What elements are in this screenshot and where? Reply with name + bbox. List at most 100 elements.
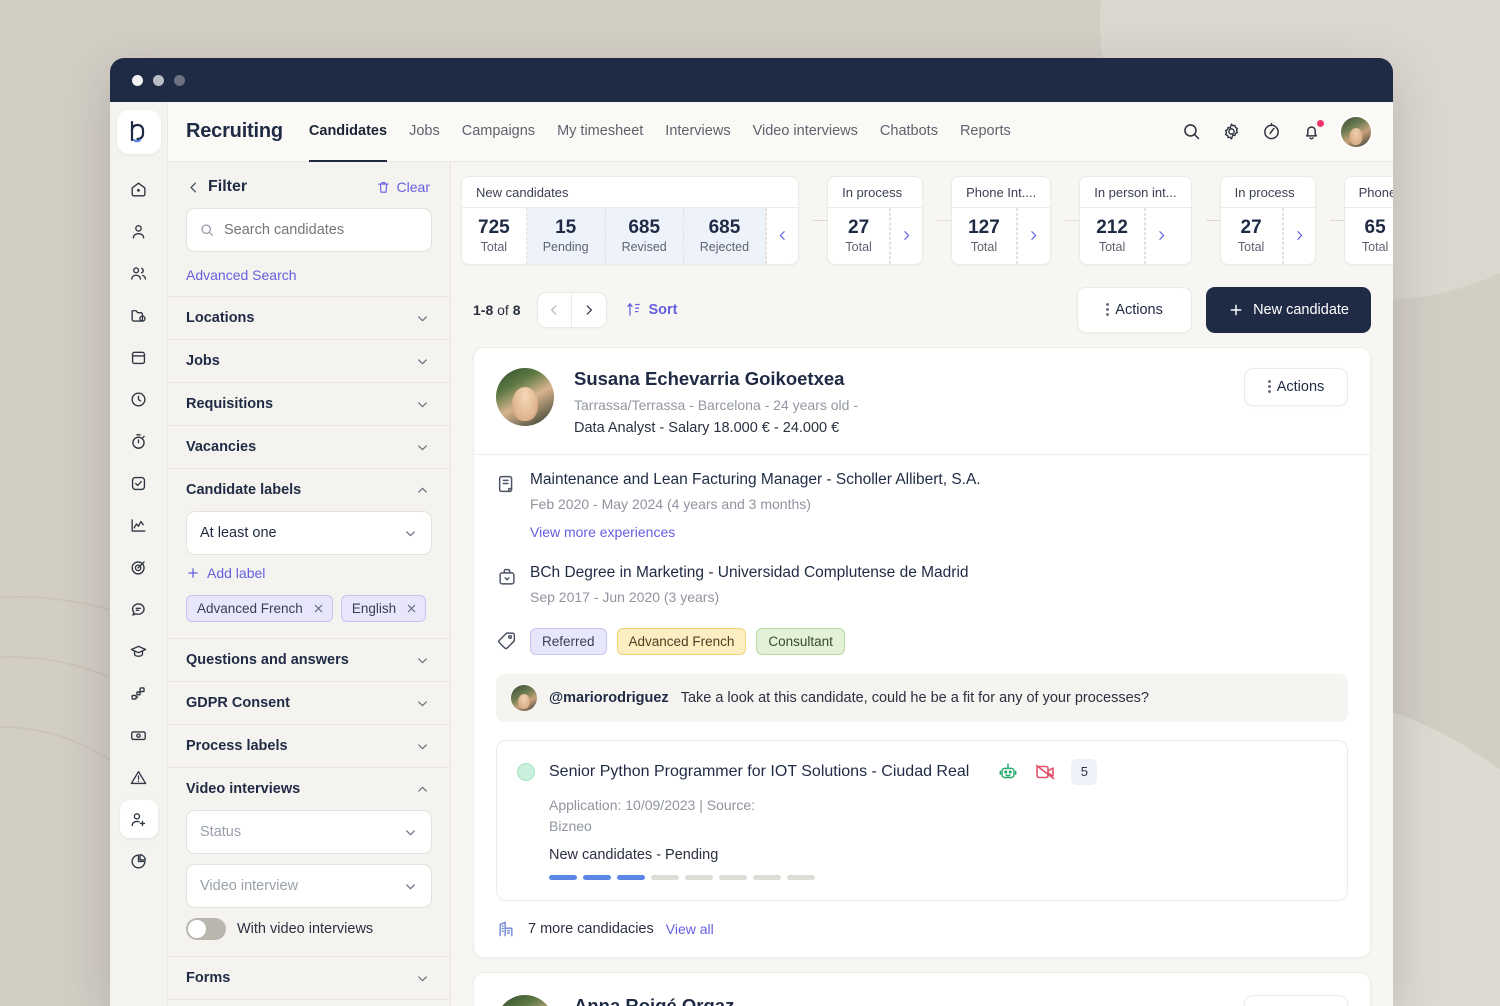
kpi-value: 212 — [1096, 216, 1128, 240]
mention-username[interactable]: @mariorodriguez — [549, 690, 669, 706]
kpi-card-in-process-2[interactable]: In process 27 Total — [1220, 176, 1316, 265]
clear-filters-button[interactable]: Clear — [376, 179, 430, 195]
filter-section-gdpr-header[interactable]: GDPR Consent — [168, 682, 450, 724]
nav-tab-my-timesheet[interactable]: My timesheet — [557, 102, 643, 162]
rail-item-checkbox-icon[interactable] — [120, 464, 158, 502]
filter-section-process-labels-header[interactable]: Process labels — [168, 725, 450, 767]
filter-section-forms-header[interactable]: Forms — [168, 957, 450, 999]
rail-item-home-icon[interactable] — [120, 170, 158, 208]
filter-section-chatbot-header[interactable]: Chatbot — [168, 1000, 450, 1006]
close-icon[interactable] — [313, 603, 324, 614]
process-title[interactable]: Senior Python Programmer for IOT Solutio… — [549, 763, 969, 781]
window-close-button[interactable] — [132, 75, 143, 86]
tag-consultant[interactable]: Consultant — [756, 628, 845, 655]
window-minimize-button[interactable] — [153, 75, 164, 86]
speedometer-icon[interactable] — [1261, 121, 1283, 143]
with-video-interviews-toggle[interactable] — [186, 918, 226, 940]
nav-tab-video-interviews[interactable]: Video interviews — [753, 102, 858, 162]
kpi-strip: New candidates 725 Total 15 Pending — [451, 162, 1393, 279]
window-maximize-button[interactable] — [174, 75, 185, 86]
filter-section-vacancies-header[interactable]: Vacancies — [168, 426, 450, 468]
pagination-summary: 1-8 of 8 — [473, 302, 521, 318]
kpi-prev-arrow-icon[interactable] — [766, 208, 798, 264]
filter-section-candidate-labels-header[interactable]: Candidate labels — [168, 469, 450, 511]
kpi-card-new-candidates[interactable]: New candidates 725 Total 15 Pending — [461, 176, 799, 265]
kpi-next-arrow-icon[interactable] — [890, 208, 922, 264]
kpi-card-in-person-interview-1[interactable]: In person int... 212 Total — [1079, 176, 1191, 265]
pagination-buttons — [537, 292, 607, 328]
filter-section-locations-header[interactable]: Locations — [168, 297, 450, 339]
filter-section-jobs-header[interactable]: Jobs — [168, 340, 450, 382]
view-more-experiences-link[interactable]: View more experiences — [530, 524, 675, 540]
nav-tab-jobs[interactable]: Jobs — [409, 102, 440, 162]
process-header: Senior Python Programmer for IOT Solutio… — [517, 759, 1327, 785]
video-interview-select[interactable]: Video interview — [186, 864, 432, 908]
user-avatar[interactable] — [1341, 117, 1371, 147]
back-chevron-icon[interactable] — [186, 180, 201, 195]
view-all-link[interactable]: View all — [666, 921, 714, 937]
advanced-search-link[interactable]: Advanced Search — [168, 252, 450, 296]
kpi-next-arrow-icon[interactable] — [1145, 208, 1177, 264]
candidate-actions-button[interactable]: Actions — [1244, 368, 1348, 406]
label-chip-english[interactable]: English — [341, 595, 426, 622]
video-interviews-body: Status Video interview With video interv… — [168, 810, 450, 956]
robot-icon[interactable] — [997, 761, 1019, 783]
rail-item-user-add-icon[interactable] — [120, 800, 158, 838]
candidacy-process-card[interactable]: Senior Python Programmer for IOT Solutio… — [496, 740, 1348, 901]
candidate-name[interactable]: Anna Roigé Orgaz — [574, 995, 734, 1006]
rail-item-clock-icon[interactable] — [120, 380, 158, 418]
rail-item-chart-line-icon[interactable] — [120, 506, 158, 544]
kpi-card-phone-interview-1[interactable]: Phone Int.... 127 Total — [951, 176, 1051, 265]
actions-button[interactable]: Actions — [1077, 287, 1192, 333]
label-chip-advanced-french[interactable]: Advanced French — [186, 595, 333, 622]
rail-item-alert-icon[interactable] — [120, 758, 158, 796]
new-candidate-button[interactable]: New candidate — [1206, 287, 1371, 333]
candidate-actions-button[interactable]: Actions — [1244, 995, 1348, 1006]
rail-item-target-icon[interactable] — [120, 548, 158, 586]
add-label-button[interactable]: Add label — [186, 565, 432, 581]
pagination-prev-button[interactable] — [538, 293, 572, 327]
kpi-card-in-process-1[interactable]: In process 27 Total — [827, 176, 923, 265]
rail-item-people-icon[interactable] — [120, 254, 158, 292]
tag-advanced-french[interactable]: Advanced French — [617, 628, 747, 655]
search-candidates-field[interactable] — [186, 208, 432, 252]
filter-section-video-interviews-header[interactable]: Video interviews — [168, 768, 450, 810]
nav-tab-interviews[interactable]: Interviews — [665, 102, 730, 162]
search-input[interactable] — [224, 222, 419, 238]
gear-icon[interactable] — [1221, 121, 1243, 143]
video-status-select[interactable]: Status — [186, 810, 432, 854]
filter-sidebar: Filter Clear Advanced Search — [168, 162, 451, 1006]
close-icon[interactable] — [406, 603, 417, 614]
rail-item-calendar-icon[interactable] — [120, 338, 158, 376]
kpi-next-arrow-icon[interactable] — [1017, 208, 1049, 264]
rail-item-chat-icon[interactable] — [120, 590, 158, 628]
bizneo-logo[interactable] — [117, 110, 161, 154]
nav-tab-reports[interactable]: Reports — [960, 102, 1011, 162]
filter-section-requisitions-header[interactable]: Requisitions — [168, 383, 450, 425]
sort-button[interactable]: Sort — [625, 301, 678, 318]
kpi-value: 27 — [844, 216, 873, 240]
filter-section-questions-header[interactable]: Questions and answers — [168, 639, 450, 681]
rail-item-folder-icon[interactable] — [120, 296, 158, 334]
rail-item-stopwatch-icon[interactable] — [120, 422, 158, 460]
label-match-select[interactable]: At least one — [186, 511, 432, 555]
rail-item-pie-chart-icon[interactable] — [120, 842, 158, 880]
nav-tab-campaigns[interactable]: Campaigns — [462, 102, 535, 162]
kpi-next-arrow-icon[interactable] — [1283, 208, 1315, 264]
pagination-next-button[interactable] — [572, 293, 606, 327]
candidate-name[interactable]: Susana Echevarria Goikoetxea — [574, 368, 858, 390]
with-video-interviews-label: With video interviews — [237, 921, 373, 937]
rail-item-flow-icon[interactable] — [120, 674, 158, 712]
rail-item-user-icon[interactable] — [120, 212, 158, 250]
rail-item-graduation-icon[interactable] — [120, 632, 158, 670]
rail-item-money-icon[interactable] — [120, 716, 158, 754]
bell-icon[interactable] — [1301, 121, 1323, 143]
nav-tab-chatbots[interactable]: Chatbots — [880, 102, 938, 162]
kpi-card-phone-interview-2[interactable]: Phone Int.... 65 Total — [1344, 176, 1393, 265]
kpi-value: 685 — [700, 216, 749, 240]
tag-referred[interactable]: Referred — [530, 628, 607, 655]
progress-segment — [617, 875, 645, 880]
nav-tab-candidates[interactable]: Candidates — [309, 102, 387, 162]
video-off-icon[interactable] — [1033, 760, 1057, 784]
search-icon[interactable] — [1181, 121, 1203, 143]
